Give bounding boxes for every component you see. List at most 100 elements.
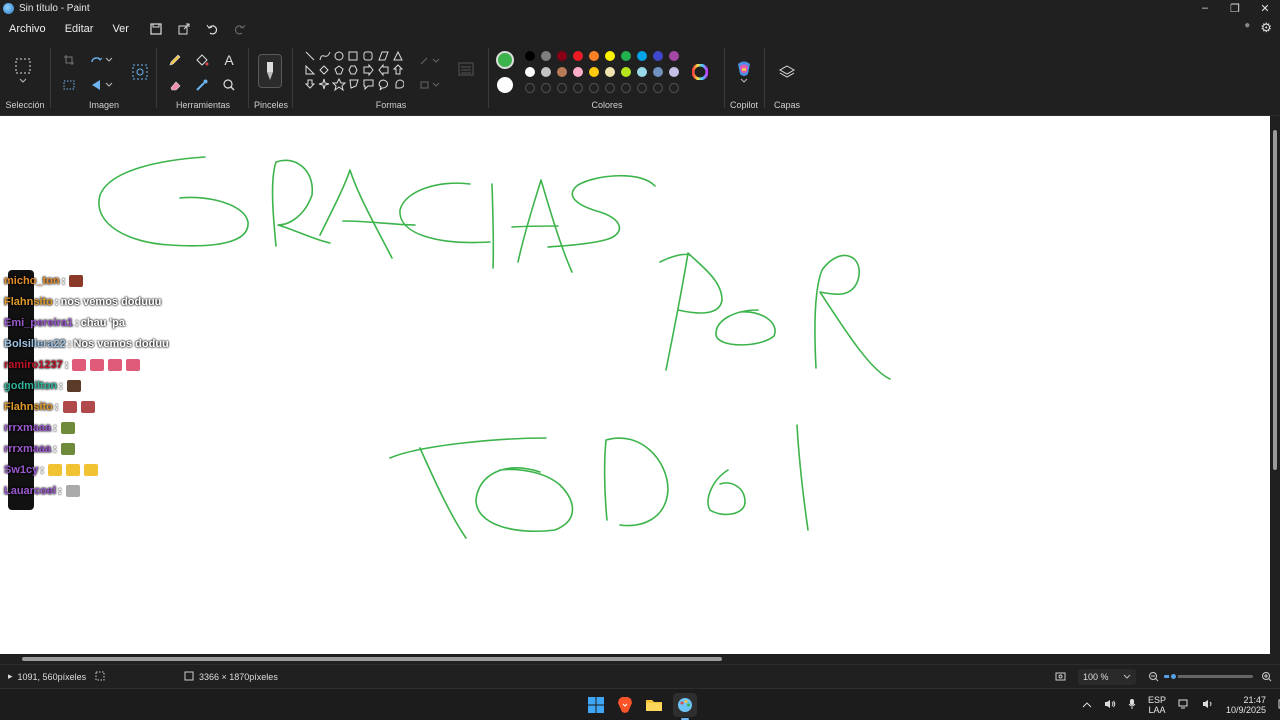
color-swatch[interactable] xyxy=(637,67,647,77)
redo-icon[interactable] xyxy=(229,18,251,40)
custom-color-slot[interactable] xyxy=(541,83,551,93)
custom-color-slot[interactable] xyxy=(637,83,647,93)
fit-to-window-icon[interactable] xyxy=(1055,671,1066,682)
eraser-icon[interactable] xyxy=(166,76,184,94)
custom-color-slot[interactable] xyxy=(605,83,615,93)
stroke-letter-a2-bar xyxy=(511,225,559,228)
text-tool-icon[interactable]: A xyxy=(220,51,238,69)
color-swatch[interactable] xyxy=(669,67,679,77)
image-select-icon[interactable] xyxy=(130,62,150,82)
clock[interactable]: 21:47 10/9/2025 xyxy=(1226,695,1266,715)
vertical-scrollbar[interactable] xyxy=(1270,116,1280,654)
custom-color-slot[interactable] xyxy=(557,83,567,93)
menu-archivo[interactable]: Archivo xyxy=(0,23,56,35)
brave-browser-icon[interactable] xyxy=(615,695,635,715)
group-label-seleccion: Selección xyxy=(5,100,45,110)
brush-selector-button[interactable] xyxy=(258,54,282,88)
color-swatch[interactable] xyxy=(557,67,567,77)
stroke-letter-r2 xyxy=(814,254,891,380)
settings-gear-icon[interactable]: ⚙ xyxy=(1260,20,1272,36)
zoom-dropdown[interactable]: 100 % xyxy=(1078,669,1136,685)
keyboard-language[interactable]: ESP LAA xyxy=(1148,695,1166,715)
chat-emote-icon xyxy=(65,485,80,497)
chevron-up-icon[interactable] xyxy=(1082,700,1092,710)
chat-emote-icon xyxy=(60,443,75,455)
custom-color-slot[interactable] xyxy=(621,83,631,93)
chat-username: godmilton xyxy=(4,380,58,392)
color-swatch[interactable] xyxy=(589,67,599,77)
drawing-canvas[interactable] xyxy=(0,116,1270,654)
pencil-icon[interactable] xyxy=(166,51,184,69)
menu-editar[interactable]: Editar xyxy=(56,23,104,35)
sound-icon[interactable] xyxy=(1202,699,1214,711)
shapes-gallery[interactable] xyxy=(304,50,404,100)
color-picker-icon[interactable] xyxy=(193,76,211,94)
chat-emote-icon xyxy=(126,359,141,371)
color-swatch[interactable] xyxy=(637,51,647,61)
minimize-button[interactable]: – xyxy=(1190,0,1220,16)
undo-icon[interactable] xyxy=(201,18,223,40)
color-swatch[interactable] xyxy=(605,67,615,77)
account-icon[interactable]: ● xyxy=(1244,20,1250,36)
color-swatch[interactable] xyxy=(541,67,551,77)
color-swatch[interactable] xyxy=(653,67,663,77)
close-button[interactable]: ✕ xyxy=(1250,0,1280,16)
chevron-down-icon[interactable] xyxy=(104,76,114,94)
custom-color-slot[interactable] xyxy=(525,83,535,93)
fill-bucket-icon[interactable] xyxy=(193,51,211,69)
save-icon[interactable] xyxy=(145,18,167,40)
color-swatch[interactable] xyxy=(669,51,679,61)
zoom-out-icon[interactable] xyxy=(1148,671,1159,682)
chevron-down-icon[interactable] xyxy=(16,76,30,86)
chat-message: micho_ton : xyxy=(4,271,84,291)
maximize-button[interactable]: ❐ xyxy=(1220,0,1250,16)
color-swatch[interactable] xyxy=(621,51,631,61)
color-swatch[interactable] xyxy=(573,51,583,61)
custom-color-slot[interactable] xyxy=(653,83,663,93)
color-swatch[interactable] xyxy=(621,67,631,77)
stroke-size-icon[interactable] xyxy=(456,60,476,78)
vertical-scroll-thumb[interactable] xyxy=(1273,130,1277,470)
freehand-drawing xyxy=(98,156,891,539)
color-swatch[interactable] xyxy=(653,51,663,61)
chevron-down-icon[interactable] xyxy=(739,77,749,85)
group-capas: Capas xyxy=(766,42,808,116)
paint-taskbar-icon[interactable] xyxy=(673,693,697,720)
chevron-down-icon[interactable] xyxy=(104,51,114,69)
share-icon[interactable] xyxy=(173,18,195,40)
crop-icon[interactable] xyxy=(60,51,78,69)
fill-dropdown-icon[interactable] xyxy=(418,76,442,94)
zoom-in-icon[interactable] xyxy=(1261,671,1272,682)
selection-rectangle-icon[interactable] xyxy=(13,56,33,76)
edit-colors-icon[interactable] xyxy=(690,62,710,82)
group-label-pinceles: Pinceles xyxy=(253,100,289,110)
image-remove-background-icon[interactable] xyxy=(60,76,78,94)
divider xyxy=(50,48,51,108)
horizontal-scroll-thumb[interactable] xyxy=(22,657,722,661)
file-explorer-icon[interactable] xyxy=(644,695,664,715)
color-swatch[interactable] xyxy=(589,51,599,61)
color-swatch[interactable] xyxy=(525,67,535,77)
network-icon[interactable] xyxy=(1178,699,1190,711)
color-swatch[interactable] xyxy=(605,51,615,61)
windows-start-icon[interactable] xyxy=(586,695,606,715)
custom-color-slot[interactable] xyxy=(573,83,583,93)
horizontal-scrollbar[interactable] xyxy=(0,654,1280,664)
zoom-slider-track[interactable] xyxy=(1164,672,1253,681)
primary-color-swatch[interactable] xyxy=(496,51,514,69)
microphone-icon[interactable] xyxy=(1128,698,1136,712)
secondary-color-swatch[interactable] xyxy=(497,77,513,93)
color-swatch[interactable] xyxy=(525,51,535,61)
menu-ver[interactable]: Ver xyxy=(103,23,139,35)
magnifier-icon[interactable] xyxy=(220,76,238,94)
custom-color-slot[interactable] xyxy=(589,83,599,93)
outline-dropdown-icon[interactable] xyxy=(418,52,442,70)
volume-speaker-icon[interactable] xyxy=(1104,699,1116,711)
color-swatch[interactable] xyxy=(557,51,567,61)
color-swatch[interactable] xyxy=(573,67,583,77)
color-swatch[interactable] xyxy=(541,51,551,61)
zoom-slider-thumb[interactable] xyxy=(1168,672,1178,681)
layers-icon[interactable] xyxy=(777,62,797,82)
copilot-icon[interactable] xyxy=(734,59,754,79)
custom-color-slot[interactable] xyxy=(669,83,679,93)
